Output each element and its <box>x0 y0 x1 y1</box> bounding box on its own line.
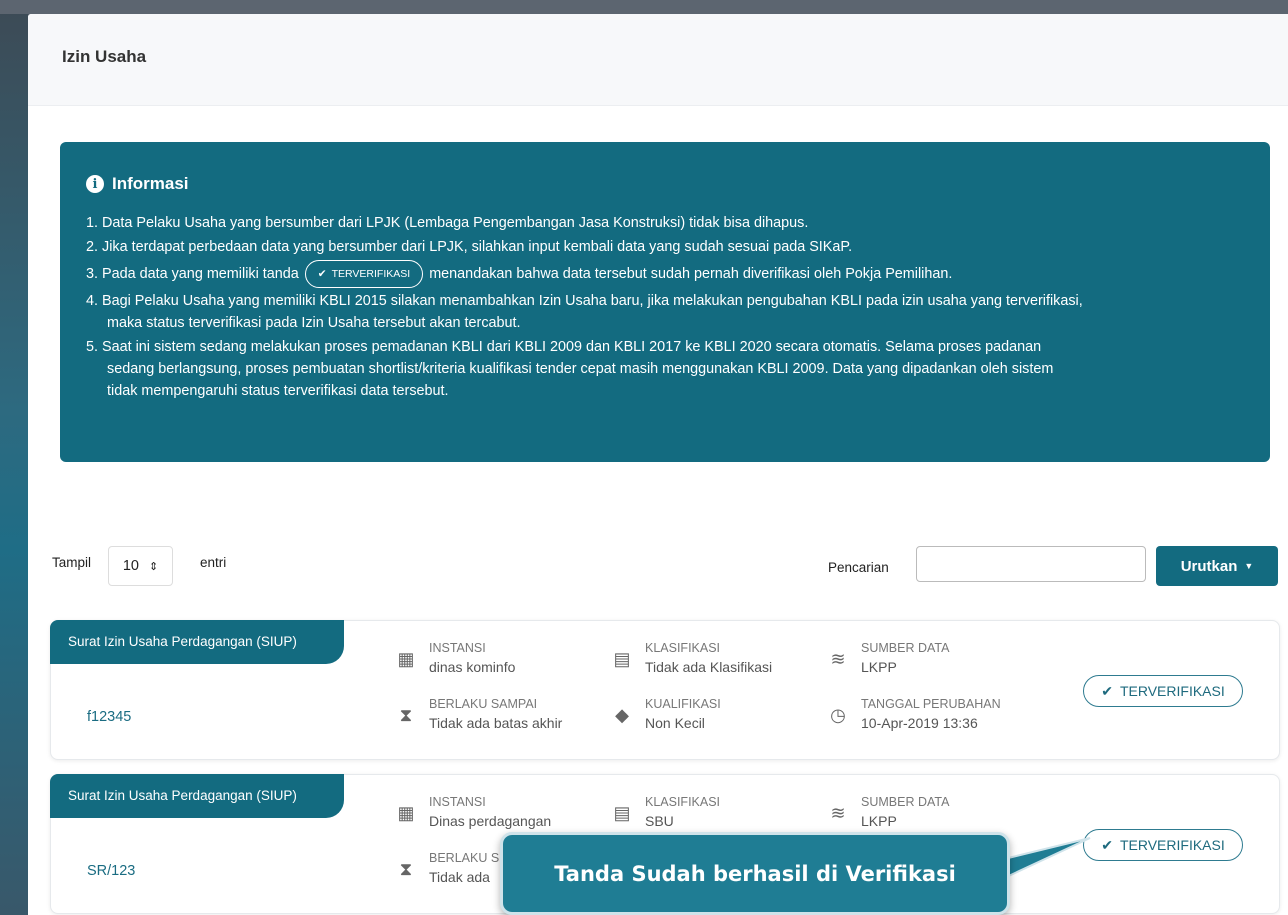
info-item-5: 5. Saat ini sistem sedang melakukan pros… <box>86 336 1246 402</box>
field-value: Non Kecil <box>645 715 705 731</box>
field-label: BERLAKU SAMPAI <box>429 697 538 711</box>
inline-badge-label: TERVERIFIKASI <box>331 268 411 280</box>
database-icon: ≋ <box>830 803 846 823</box>
info-box: i Informasi 1. Data Pelaku Usaha yang be… <box>60 142 1270 462</box>
field-label: SUMBER DATA <box>861 641 950 655</box>
permit-number[interactable]: SR/123 <box>87 863 135 879</box>
izin-usaha-panel: Izin Usaha i Informasi 1. Data Pelaku Us… <box>28 14 1288 915</box>
entries-label: entri <box>200 555 227 570</box>
permit-type: Surat Izin Usaha Perdagangan (SIUP) <box>50 620 344 664</box>
info-item-3: 3. Pada data yang memiliki tanda ✔ TERVE… <box>86 260 1246 288</box>
panel-header: Izin Usaha <box>28 14 1288 106</box>
permit-type: Surat Izin Usaha Perdagangan (SIUP) <box>50 774 344 818</box>
search-input[interactable] <box>916 546 1146 582</box>
field-label: INSTANSI <box>429 641 486 655</box>
info-item-5-line-3: tidak mempengaruhi status terverifikasi … <box>107 383 449 399</box>
sort-button-label: Urutkan <box>1180 557 1238 575</box>
field-label: INSTANSI <box>429 795 486 809</box>
field-kualifikasi: ◆ KUALIFIKASI Non Kecil <box>611 697 721 734</box>
info-item-4-line-2: maka status terverifikasi pada Izin Usah… <box>107 315 521 331</box>
info-heading: i Informasi <box>86 174 1270 194</box>
inline-verified-badge: ✔ TERVERIFIKASI <box>304 260 424 288</box>
entries-select-value: 10 <box>122 558 139 574</box>
field-instansi: ▦ INSTANSI dinas kominfo <box>395 641 515 678</box>
database-icon: ≋ <box>830 649 846 669</box>
file-icon: ▤ <box>613 803 631 823</box>
field-sumber: ≋ SUMBER DATA LKPP <box>827 641 949 678</box>
show-label: Tampil <box>52 555 92 570</box>
field-tanggal: ◷ TANGGAL PERUBAHAN 10-Apr-2019 13:36 <box>827 697 1001 734</box>
field-klasifikasi: ▤ KLASIFIKASI Tidak ada Klasifikasi <box>611 641 772 678</box>
verified-badge-label: TERVERIFIKASI <box>1119 683 1225 699</box>
field-instansi: ▦ INSTANSI Dinas perdagangan <box>395 795 551 832</box>
info-item-4: 4. Bagi Pelaku Usaha yang memiliki KBLI … <box>86 290 1246 334</box>
field-value: LKPP <box>861 659 897 675</box>
info-item-2: 2. Jika terdapat perbedaan data yang ber… <box>86 239 853 255</box>
field-label: TANGGAL PERUBAHAN <box>861 697 1001 711</box>
background-window-edge <box>0 0 28 915</box>
field-value: Tidak ada Klasifikasi <box>645 659 773 675</box>
caret-down-icon: ▼ <box>1244 561 1254 571</box>
field-berlaku: ⧗ BERLAKU S Tidak ada <box>395 851 500 888</box>
info-item-3-prefix: 3. Pada data yang memiliki tanda <box>86 265 299 282</box>
sort-button[interactable]: Urutkan ▼ <box>1156 546 1278 586</box>
field-value: SBU <box>645 813 674 829</box>
hourglass-icon: ⧗ <box>399 859 413 879</box>
info-item-1: 1. Data Pelaku Usaha yang bersumber dari… <box>86 215 809 231</box>
info-item-3-suffix: menandakan bahwa data tersebut sudah per… <box>429 265 953 282</box>
field-sumber: ≋ SUMBER DATA LKPP <box>827 795 949 832</box>
sort-arrows-icon: ⇕ <box>148 560 159 573</box>
field-value: Tidak ada batas akhir <box>429 715 563 731</box>
check-icon: ✔ <box>1101 682 1113 699</box>
entries-select[interactable]: 10 ⇕ <box>108 546 173 586</box>
tags-icon: ◆ <box>615 705 629 725</box>
field-value: Tidak ada <box>429 869 490 885</box>
check-icon: ✔ <box>317 268 327 280</box>
clock-icon: ◷ <box>830 705 846 725</box>
field-berlaku: ⧗ BERLAKU SAMPAI Tidak ada batas akhir <box>395 697 563 734</box>
page-title: Izin Usaha <box>62 46 147 66</box>
info-item-5-line-1: 5. Saat ini sistem sedang melakukan pros… <box>86 339 1042 355</box>
field-label: KUALIFIKASI <box>645 697 721 711</box>
check-icon: ✔ <box>1101 836 1113 853</box>
verified-badge: ✔ TERVERIFIKASI <box>1083 829 1243 861</box>
info-item-4-line-1: 4. Bagi Pelaku Usaha yang memiliki KBLI … <box>86 293 1083 309</box>
field-label: KLASIFIKASI <box>645 795 721 809</box>
field-label: KLASIFIKASI <box>645 641 721 655</box>
field-value: dinas kominfo <box>429 659 516 675</box>
field-value: 10-Apr-2019 13:36 <box>861 715 978 731</box>
permit-card: Surat Izin Usaha Perdagangan (SIUP) f123… <box>50 620 1280 760</box>
verified-badge-label: TERVERIFIKASI <box>1119 837 1225 853</box>
field-klasifikasi: ▤ KLASIFIKASI SBU <box>611 795 720 832</box>
building-icon: ▦ <box>397 803 415 823</box>
field-label: BERLAKU S <box>429 851 500 865</box>
annotation-callout: Tanda Sudah berhasil di Verifikasi <box>500 832 1010 915</box>
info-heading-text: Informasi <box>112 174 189 193</box>
info-item-5-line-2: sedang berlangsung, proses pembuatan sho… <box>107 361 1054 377</box>
field-value: Dinas perdagangan <box>429 813 552 829</box>
list-controls: Tampil 10 ⇕ entri Pencarian Urutkan ▼ <box>28 546 1288 586</box>
background-window-top <box>0 0 1288 14</box>
search-label: Pencarian <box>828 560 889 575</box>
field-label: SUMBER DATA <box>861 795 950 809</box>
info-list: 1. Data Pelaku Usaha yang bersumber dari… <box>86 212 1270 402</box>
building-icon: ▦ <box>397 649 415 669</box>
file-icon: ▤ <box>613 649 631 669</box>
hourglass-icon: ⧗ <box>399 705 413 725</box>
field-value: LKPP <box>861 813 897 829</box>
info-icon: i <box>86 175 104 193</box>
verified-badge: ✔ TERVERIFIKASI <box>1083 675 1243 707</box>
permit-number[interactable]: f12345 <box>87 709 131 725</box>
panel-body: i Informasi 1. Data Pelaku Usaha yang be… <box>28 106 1288 915</box>
